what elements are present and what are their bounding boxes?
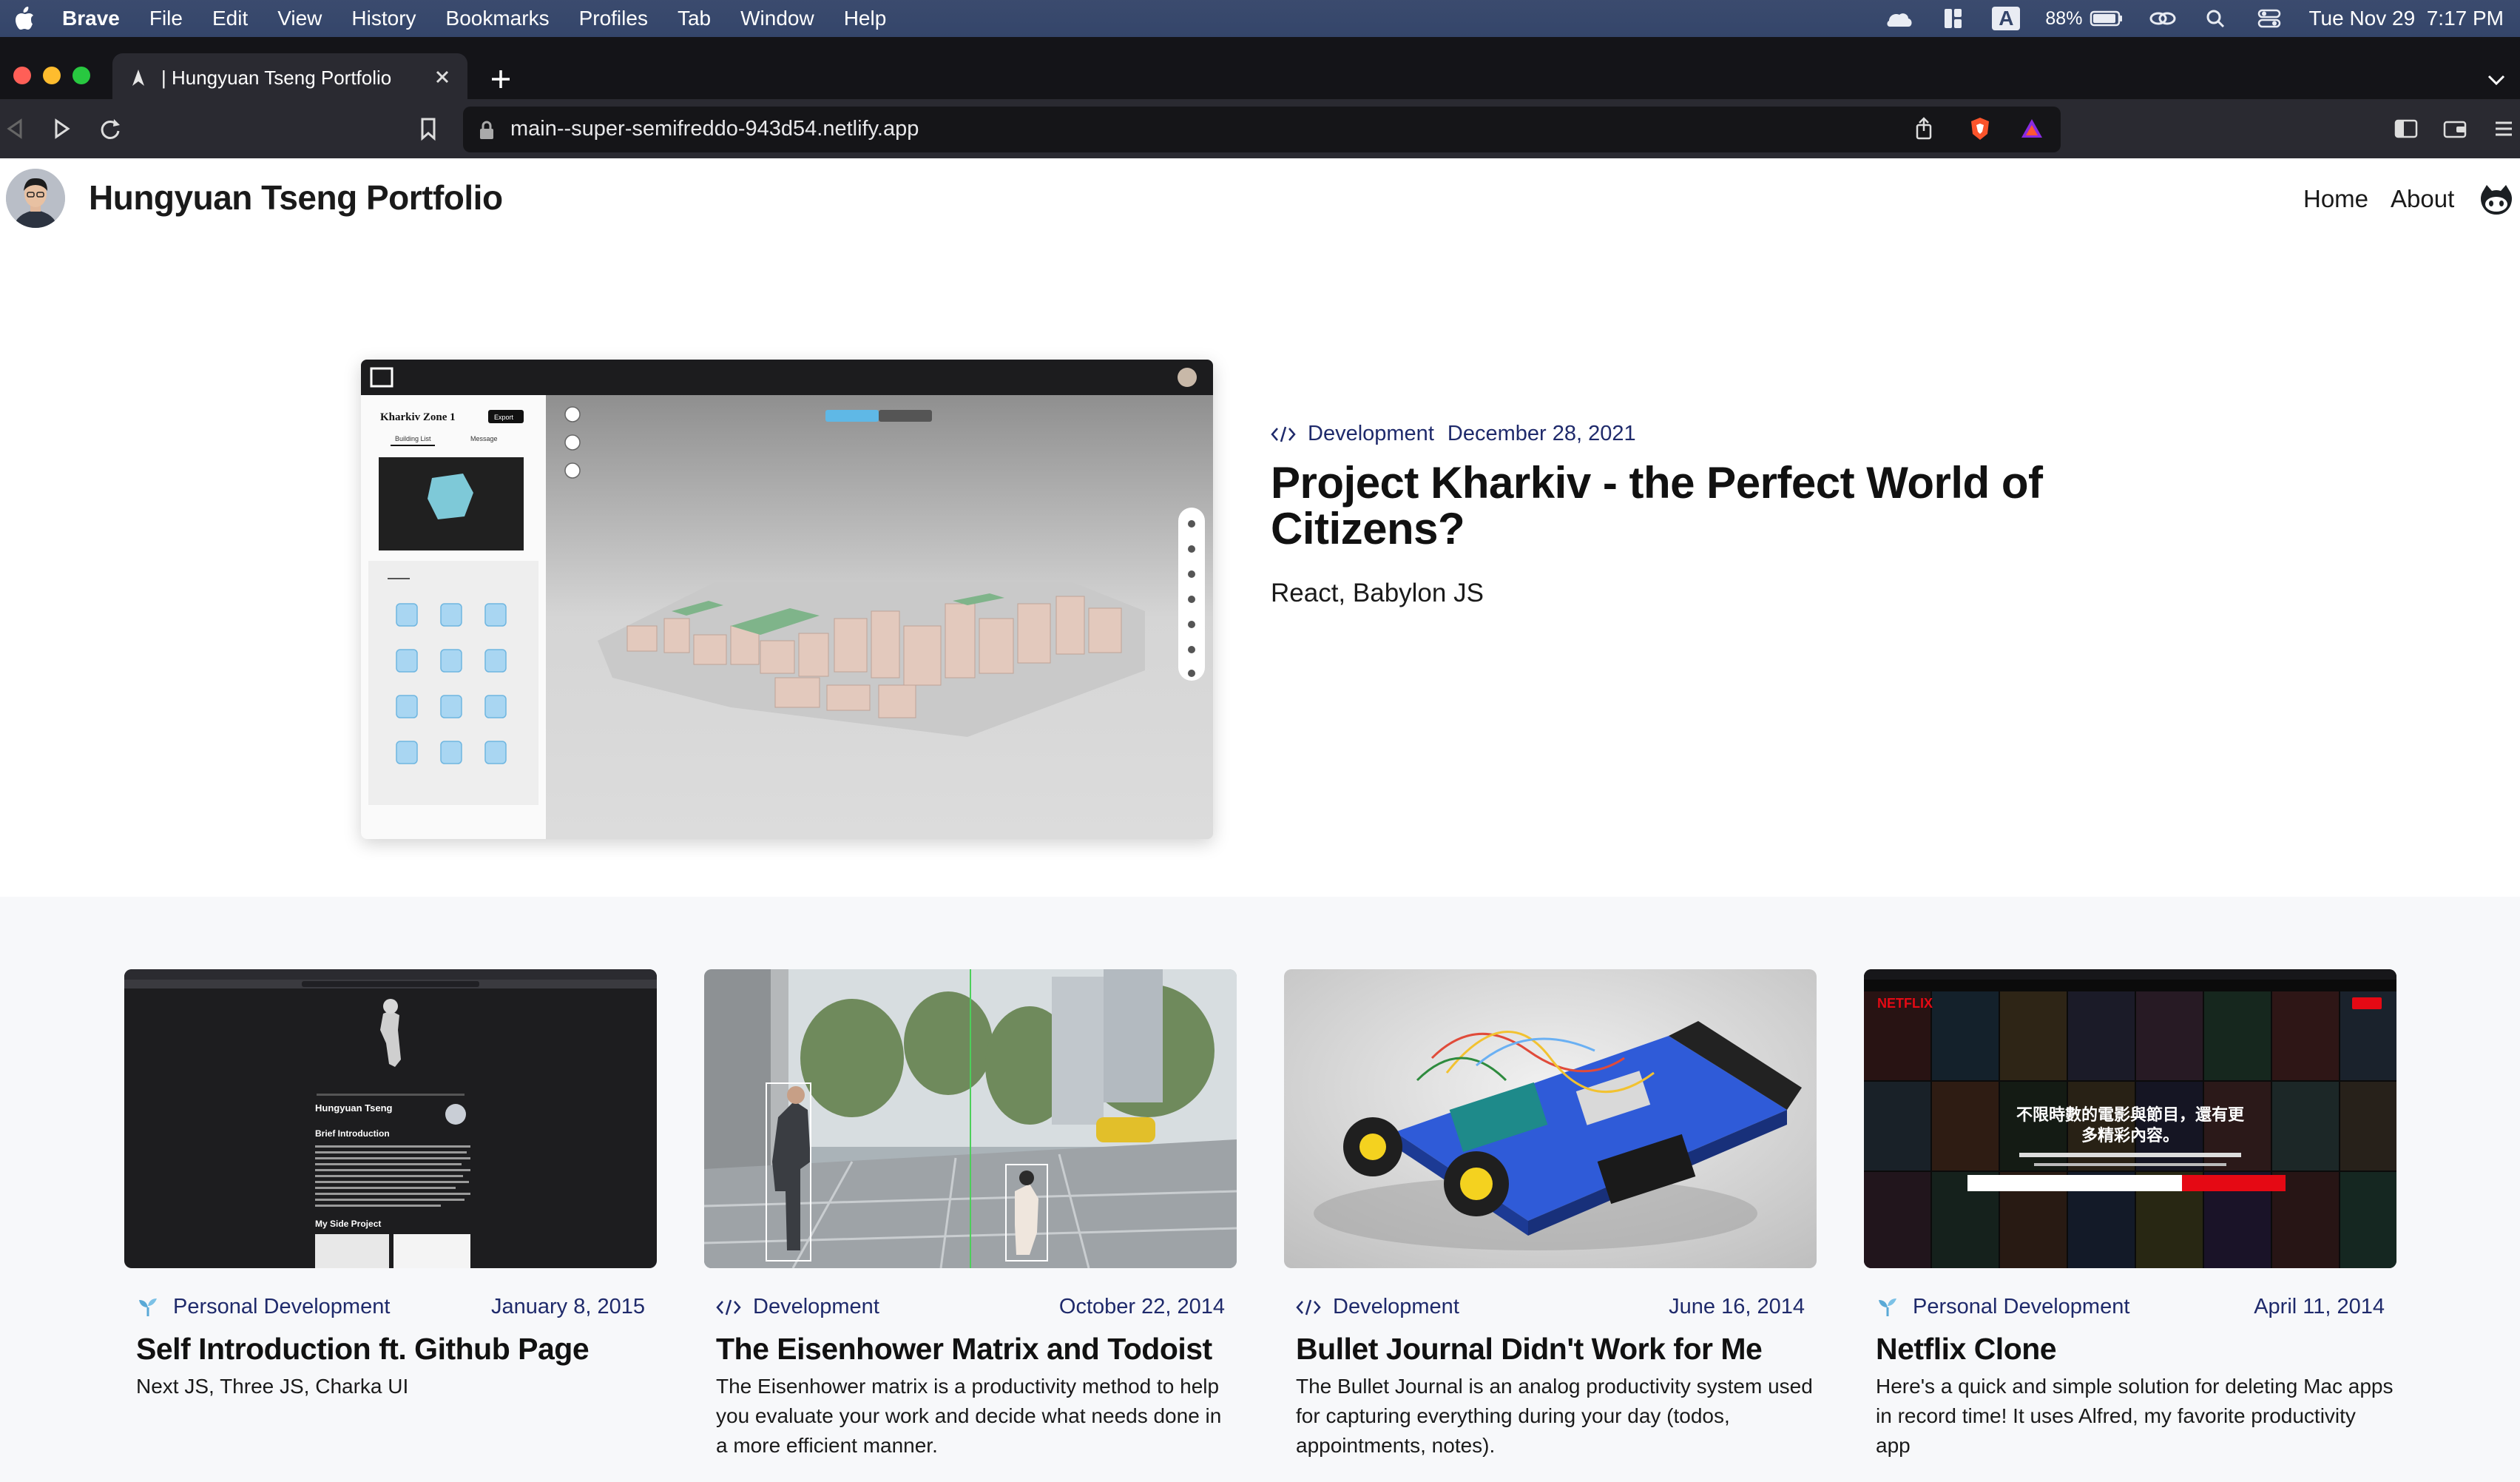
thumb-side-project-heading: My Side Project — [315, 1219, 381, 1229]
post-description: The Bullet Journal is an analog producti… — [1296, 1375, 1813, 1457]
cloud-icon[interactable] — [1885, 7, 1913, 30]
post-description: Next JS, Three JS, Charka UI — [136, 1375, 409, 1398]
post-category[interactable]: Development — [753, 1295, 879, 1319]
github-icon[interactable] — [2478, 182, 2515, 219]
github-page-screenshot: Hungyuan Tseng Brief Introduction My Sid… — [124, 969, 657, 1268]
menu-app-brave[interactable]: Brave — [62, 7, 120, 30]
brave-rewards-icon[interactable] — [2019, 116, 2044, 141]
reload-icon[interactable] — [98, 116, 123, 141]
macos-menu-bar: Brave File Edit View History Bookmarks P… — [0, 0, 2520, 37]
code-icon — [1271, 426, 1296, 442]
code-icon — [716, 1299, 741, 1315]
post-title[interactable]: Self Introduction ft. Github Page — [136, 1332, 654, 1367]
post-thumbnail[interactable] — [704, 969, 1237, 1268]
tab-title: | Hungyuan Tseng Portfolio — [161, 66, 392, 89]
kharkiv-app-screenshot: Kharkiv Zone 1 Export Building List Mess… — [361, 360, 1213, 839]
post-title[interactable]: Netflix Clone — [1876, 1332, 2394, 1367]
post-thumbnail[interactable]: Hungyuan Tseng Brief Introduction My Sid… — [124, 969, 657, 1268]
menu-edit[interactable]: Edit — [212, 7, 248, 30]
menu-view[interactable]: View — [277, 7, 322, 30]
battery-icon[interactable] — [2090, 7, 2124, 30]
bookmark-icon[interactable] — [416, 116, 441, 141]
avatar-portrait-image — [6, 169, 65, 228]
seedling-icon — [139, 1298, 157, 1316]
thumb-netflix-headline-1: 不限時數的電影與節目，還有更 — [2016, 1105, 2245, 1124]
post-description: Here's a quick and simple solution for d… — [1876, 1375, 2394, 1457]
forward-icon[interactable] — [49, 116, 74, 141]
input-source-indicator[interactable]: A — [1992, 7, 2021, 30]
menu-file[interactable]: File — [149, 7, 183, 30]
post-date: June 16, 2014 — [1669, 1295, 1805, 1318]
post-description: The Eisenhower matrix is a productivity … — [716, 1375, 1222, 1457]
post-title[interactable]: Bullet Journal Didn't Work for Me — [1296, 1332, 1814, 1367]
sidebar-toggle-icon[interactable] — [2394, 116, 2419, 141]
menu-help[interactable]: Help — [844, 7, 887, 30]
back-icon[interactable] — [3, 116, 28, 141]
tab-close-icon[interactable] — [432, 67, 453, 87]
window-zoom-button[interactable] — [72, 67, 90, 84]
new-tab-icon[interactable] — [490, 68, 512, 90]
object-detection-photo — [704, 969, 1237, 1268]
menu-profiles[interactable]: Profiles — [579, 7, 648, 30]
wallet-icon[interactable] — [2442, 116, 2467, 141]
search-icon[interactable] — [2202, 7, 2230, 30]
menu-history[interactable]: History — [351, 7, 416, 30]
featured-post-tags: React, Babylon JS — [1271, 579, 1484, 607]
seedling-icon — [1879, 1298, 1896, 1316]
share-icon[interactable] — [1911, 116, 1936, 141]
post-date: April 11, 2014 — [2254, 1295, 2385, 1318]
featured-post-meta: Development December 28, 2021 — [1271, 422, 1636, 446]
post-title[interactable]: The Eisenhower Matrix and Todoist — [716, 1332, 1234, 1367]
post-date: January 8, 2015 — [491, 1295, 645, 1318]
nav-home-link[interactable]: Home — [2303, 185, 2368, 213]
post-date: October 22, 2014 — [1058, 1295, 1225, 1318]
link-icon[interactable] — [2149, 7, 2177, 30]
menu-window[interactable]: Window — [740, 7, 814, 30]
tab-favicon-icon — [132, 70, 144, 86]
screenshot-panel-title: Kharkiv Zone 1 — [380, 411, 456, 423]
screenshot-export-label: Export — [494, 414, 514, 421]
menu-bookmarks[interactable]: Bookmarks — [446, 7, 550, 30]
tab-search-chevron-icon[interactable] — [2486, 71, 2507, 89]
code-icon — [1296, 1299, 1321, 1315]
menu-tab[interactable]: Tab — [678, 7, 711, 30]
featured-post-category[interactable]: Development — [1308, 422, 1434, 446]
battery-percent: 88% — [2045, 7, 2083, 29]
nav-about-link[interactable]: About — [2391, 185, 2454, 213]
robot-car-photo — [1284, 969, 1817, 1268]
menubar-clock[interactable]: Tue Nov 29 7:17 PM — [2308, 7, 2504, 30]
apple-icon[interactable] — [13, 6, 36, 31]
window-close-button[interactable] — [13, 67, 31, 84]
post-category[interactable]: Development — [1333, 1295, 1459, 1319]
window-minimize-button[interactable] — [43, 67, 61, 84]
screenshot-message-tab: Message — [470, 435, 498, 442]
site-title[interactable]: Hungyuan Tseng Portfolio — [89, 178, 503, 218]
featured-post-title[interactable]: Project Kharkiv - the Perfect World of C… — [1271, 460, 2158, 552]
thumb-netflix-headline-2: 多精彩內容。 — [2081, 1126, 2179, 1145]
post-category[interactable]: Personal Development — [173, 1295, 390, 1319]
thumb-netflix-logo: NETFLIX — [1877, 996, 1933, 1011]
lock-icon[interactable] — [478, 120, 496, 141]
thumb-intro-heading: Brief Introduction — [315, 1128, 390, 1139]
brave-shields-icon[interactable] — [1967, 116, 1993, 141]
browser-tab-active[interactable]: | Hungyuan Tseng Portfolio — [112, 53, 467, 102]
post-category[interactable]: Personal Development — [1913, 1295, 2129, 1319]
post-thumbnail[interactable]: NETFLIX 不限時數的電影與節目，還有更 多精彩內容。 — [1864, 969, 2396, 1268]
avatar[interactable] — [6, 169, 65, 228]
featured-post-date: December 28, 2021 — [1447, 422, 1636, 445]
featured-post-image[interactable]: Kharkiv Zone 1 Export Building List Mess… — [361, 360, 1213, 839]
thumb-profile-name: Hungyuan Tseng — [315, 1102, 393, 1114]
screenshot-building-tab: Building List — [395, 435, 431, 442]
menu-icon[interactable] — [2491, 116, 2516, 141]
control-center-icon[interactable] — [2255, 7, 2283, 30]
post-thumbnail[interactable] — [1284, 969, 1817, 1268]
layout-icon[interactable] — [1939, 7, 1967, 30]
url-text[interactable]: main--super-semifreddo-943d54.netlify.ap… — [510, 117, 919, 141]
netflix-clone-screenshot: NETFLIX 不限時數的電影與節目，還有更 多精彩內容。 — [1864, 969, 2396, 1268]
